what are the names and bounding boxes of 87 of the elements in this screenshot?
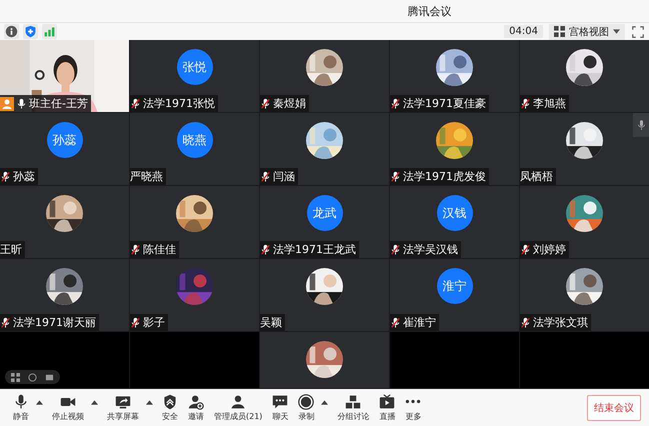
participant-tile[interactable]: 吴颖 [260, 259, 389, 331]
name-text: 刘婷婷 [533, 242, 566, 257]
participant-tile[interactable] [260, 332, 389, 388]
participant-tile[interactable]: 秦煜娟 [260, 40, 389, 112]
name-text: 法学1971虎发俊 [403, 169, 486, 184]
name-text: 李旭燕 [533, 96, 566, 111]
more-icon [405, 398, 422, 404]
name-text: 法学1971夏佳豪 [403, 96, 486, 111]
mic-side-button[interactable] [633, 113, 649, 137]
participant-tile[interactable]: 王昕 [0, 186, 129, 258]
add-person-icon [188, 394, 204, 410]
avatar-initials: 晓燕 [176, 122, 212, 158]
caret-icon[interactable] [36, 400, 43, 405]
caret-icon[interactable] [146, 400, 153, 405]
name-text: 闫涵 [273, 169, 295, 184]
toolbar-button[interactable]: 聊天 [267, 394, 294, 422]
participant-tile[interactable]: 闫涵 [260, 113, 389, 185]
toolbar-button[interactable]: 安全 [157, 394, 183, 422]
toolbar-button[interactable]: 录制 [293, 394, 320, 422]
name-text: 严晓燕 [130, 169, 163, 184]
name-text: 王昕 [0, 242, 22, 257]
participant-tile[interactable]: 孙蕊 孙蕊 [0, 113, 129, 185]
toolbar-button[interactable]: 静音 [8, 394, 34, 422]
floating-toolbar[interactable] [5, 370, 60, 384]
avatar-initials: 孙蕊 [46, 122, 82, 158]
participant-tile[interactable]: 汉钱 法学吴汉钱 [390, 186, 519, 258]
name-text: 法学1971谢天丽 [13, 315, 96, 330]
grid-icon [554, 26, 565, 37]
participant-tile[interactable]: 淮宁 崔淮宁 [390, 259, 519, 331]
participant-tile[interactable]: 凤栖梧 [520, 113, 649, 185]
name-text: 陈佳佳 [143, 242, 176, 257]
grid-icon[interactable] [11, 372, 20, 382]
view-dropdown[interactable]: 宫格视图 [549, 24, 625, 40]
avatar-initials: 张悦 [176, 49, 212, 85]
mic-icon [636, 120, 646, 130]
participant-tile[interactable]: 晓燕 严晓燕 [130, 113, 259, 185]
name-text: 法学吴汉钱 [403, 242, 458, 257]
avatar-initials: 汉钱 [436, 195, 472, 231]
participant-tile[interactable]: 法学1971谢天丽 [0, 259, 129, 331]
name-text: 法学张文琪 [533, 315, 588, 330]
screen-share-icon [115, 394, 131, 410]
participant-tile[interactable]: 法学1971夏佳豪 [390, 40, 519, 112]
window-title: 腾讯会议 [408, 4, 452, 18]
toolbar-button[interactable]: 更多 [400, 394, 426, 422]
shield-icon [162, 394, 178, 410]
meeting-timer: 04:04 [504, 25, 543, 38]
blocks-icon [345, 394, 362, 410]
name-text: 秦煜娟 [273, 96, 306, 111]
screen-icon[interactable] [45, 372, 54, 382]
name-text: 班主任-王芳 [29, 96, 88, 111]
person-icon [230, 394, 246, 410]
name-text: 凤栖梧 [520, 169, 553, 184]
toolbar-button[interactable]: 停止视频 [47, 394, 89, 422]
participant-tile[interactable]: 影子 [130, 259, 259, 331]
participant-tile[interactable]: 法学张文琪 [520, 259, 649, 331]
participant-tile[interactable]: 法学1971虎发俊 [390, 113, 519, 185]
info-icon[interactable] [4, 24, 19, 39]
toolbar-button[interactable]: 邀请 [183, 394, 209, 422]
toolbar-button[interactable]: 共享屏幕 [102, 394, 144, 422]
name-text: 法学1971王龙武 [273, 242, 356, 257]
name-text: 孙蕊 [13, 169, 35, 184]
toolbar-button[interactable]: 分组讨论 [332, 394, 374, 422]
toolbar-button[interactable]: 管理成员(21) [209, 394, 268, 422]
caret-icon [613, 29, 620, 34]
end-meeting-button[interactable]: 结束会议 [587, 394, 641, 420]
tv-icon [379, 394, 396, 410]
avatar-initials: 淮宁 [436, 268, 472, 304]
participant-tile[interactable]: 班主任-王芳 [0, 40, 129, 112]
avatar-initials: 龙武 [306, 195, 342, 231]
mic-icon [13, 394, 29, 410]
name-text: 法学1971张悦 [143, 96, 215, 111]
circle-icon[interactable] [28, 372, 37, 382]
participant-tile[interactable]: 陈佳佳 [130, 186, 259, 258]
participant-tile[interactable]: 龙武 法学1971王龙武 [260, 186, 389, 258]
participant-tile[interactable]: 李旭燕 [520, 40, 649, 112]
caret-icon[interactable] [91, 400, 98, 405]
name-text: 吴颖 [260, 315, 282, 330]
shield-icon[interactable] [23, 24, 38, 39]
toolbar-button[interactable]: 直播 [374, 394, 400, 422]
participant-tile[interactable]: 张悦 法学1971张悦 [130, 40, 259, 112]
name-text: 影子 [143, 315, 165, 330]
fullscreen-icon[interactable] [631, 24, 645, 38]
participant-tile[interactable]: 刘婷婷 [520, 186, 649, 258]
name-text: 崔淮宁 [403, 315, 436, 330]
caret-icon[interactable] [321, 400, 328, 405]
chat-icon [272, 394, 288, 410]
record-icon [298, 394, 314, 410]
